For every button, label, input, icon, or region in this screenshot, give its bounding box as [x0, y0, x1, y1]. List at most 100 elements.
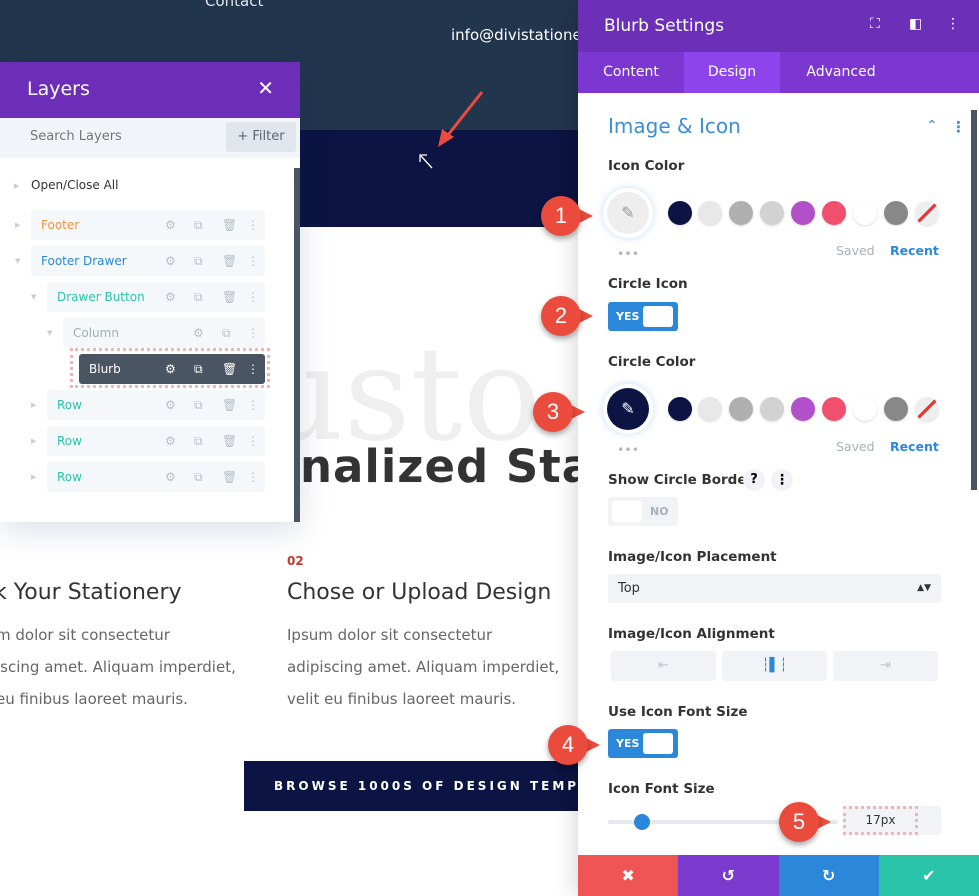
more-icon[interactable]: ⋮ [247, 426, 259, 456]
undo-button[interactable]: ↺ [678, 855, 779, 896]
use-icon-font-size-toggle[interactable]: YES [608, 729, 678, 758]
browse-templates-button[interactable]: BROWSE 1000S OF DESIGN TEMPLATES [244, 761, 580, 811]
delete-icon[interactable]: 🗑 [222, 390, 237, 420]
settings-icon[interactable]: ⚙ [165, 210, 176, 240]
email-link[interactable]: info@divistatione [451, 26, 582, 44]
layer-item[interactable]: Footer Drawer ⚙ ⧉ 🗑 ⋮ [31, 246, 265, 276]
delete-icon[interactable]: 🗑 [222, 282, 237, 312]
save-button[interactable]: ✔ [878, 855, 979, 896]
duplicate-icon[interactable]: ⧉ [194, 426, 203, 456]
split-view-icon[interactable]: ◧ [909, 16, 922, 32]
delete-icon[interactable]: 🗑 [222, 246, 237, 276]
color-swatch[interactable] [760, 397, 784, 421]
caret-right-icon[interactable]: ▶ [15, 221, 20, 229]
more-icon[interactable]: ⋮ [247, 318, 259, 348]
layer-item[interactable]: Footer ⚙ ⧉ 🗑 ⋮ [31, 210, 265, 240]
section-title[interactable]: Image & Icon [608, 114, 741, 138]
duplicate-icon[interactable]: ⧉ [222, 318, 231, 348]
settings-icon[interactable]: ⚙ [165, 462, 176, 492]
settings-icon[interactable]: ⚙ [165, 390, 176, 420]
caret-right-icon[interactable]: ▶ [31, 473, 36, 481]
tab-advanced[interactable]: Advanced [780, 52, 902, 93]
more-icon[interactable]: ⋮ [247, 390, 259, 420]
section-menu-icon[interactable]: ⋮ [951, 118, 966, 136]
color-swatch[interactable] [729, 201, 753, 225]
more-icon[interactable]: ⋮ [247, 210, 259, 240]
color-swatch[interactable] [668, 397, 692, 421]
tab-content[interactable]: Content [578, 52, 684, 93]
saved-colors-tab[interactable]: Saved [836, 439, 875, 454]
more-icon[interactable]: ⋮ [247, 354, 259, 384]
layer-item[interactable]: Drawer Button ⚙ ⧉ 🗑 ⋮ [47, 282, 265, 312]
more-icon[interactable]: ⋮ [247, 462, 259, 492]
tab-design[interactable]: Design [684, 52, 780, 93]
chevron-up-icon[interactable]: ⌃ [926, 118, 938, 134]
caret-right-icon[interactable]: ▶ [14, 182, 19, 190]
show-circle-border-toggle[interactable]: NO [608, 497, 678, 526]
discard-button[interactable]: ✖ [578, 855, 679, 896]
color-swatch[interactable] [822, 397, 846, 421]
color-swatch[interactable] [791, 201, 815, 225]
color-picker-button[interactable]: ✎ [607, 388, 649, 430]
delete-icon[interactable]: 🗑 [222, 210, 237, 240]
layer-item[interactable]: Row ⚙ ⧉ 🗑 ⋮ [47, 426, 265, 456]
layer-item[interactable]: Blurb ⚙ ⧉ 🗑 ⋮ [79, 354, 265, 384]
caret-down-icon[interactable]: ▼ [31, 293, 36, 301]
caret-right-icon[interactable]: ▶ [31, 437, 36, 445]
font-size-slider-handle[interactable] [634, 814, 650, 830]
redo-button[interactable]: ↻ [778, 855, 879, 896]
delete-icon[interactable]: 🗑 [222, 354, 237, 384]
settings-icon[interactable]: ⚙ [165, 282, 176, 312]
layer-item[interactable]: Row ⚙ ⧉ 🗑 ⋮ [47, 390, 265, 420]
duplicate-icon[interactable]: ⧉ [194, 390, 203, 420]
delete-icon[interactable]: 🗑 [222, 426, 237, 456]
circle-icon-toggle[interactable]: YES [608, 302, 678, 331]
no-color-swatch[interactable] [915, 201, 939, 225]
color-swatch[interactable] [822, 201, 846, 225]
font-size-input[interactable]: 17px [843, 806, 918, 835]
more-icon[interactable]: ⋮ [247, 246, 259, 276]
color-swatch[interactable] [853, 201, 877, 225]
settings-scrollbar[interactable] [971, 110, 977, 490]
color-swatch[interactable] [668, 201, 692, 225]
duplicate-icon[interactable]: ⧉ [194, 246, 203, 276]
open-close-all[interactable]: Open/Close All [31, 178, 118, 192]
saved-colors-tab[interactable]: Saved [836, 243, 875, 258]
recent-colors-tab[interactable]: Recent [890, 243, 939, 258]
fullscreen-icon[interactable]: ⛶ [870, 16, 880, 32]
duplicate-icon[interactable]: ⧉ [194, 354, 203, 384]
settings-icon[interactable]: ⚙ [165, 246, 176, 276]
more-colors-button[interactable]: ••• [617, 442, 639, 457]
recent-colors-tab[interactable]: Recent [890, 439, 939, 454]
color-swatch[interactable] [729, 397, 753, 421]
align-center-button[interactable]: ┆▌┆ [722, 651, 827, 681]
layers-scrollbar[interactable] [294, 168, 300, 522]
settings-icon[interactable]: ⚙ [193, 318, 204, 348]
color-swatch[interactable] [884, 397, 908, 421]
settings-icon[interactable]: ⚙ [165, 426, 176, 456]
duplicate-icon[interactable]: ⧉ [194, 210, 203, 240]
more-colors-button[interactable]: ••• [617, 246, 639, 261]
duplicate-icon[interactable]: ⧉ [194, 282, 203, 312]
color-swatch[interactable] [760, 201, 784, 225]
delete-icon[interactable]: 🗑 [222, 462, 237, 492]
help-icon[interactable]: ? [743, 469, 765, 491]
color-swatch[interactable] [698, 201, 722, 225]
duplicate-icon[interactable]: ⧉ [194, 462, 203, 492]
caret-down-icon[interactable]: ▼ [15, 257, 20, 265]
layer-item[interactable]: Row ⚙ ⧉ 🗑 ⋮ [47, 462, 265, 492]
placement-select[interactable]: Top ▲▼ [608, 574, 941, 603]
no-color-swatch[interactable] [915, 397, 939, 421]
align-right-button[interactable]: ⇥ [833, 651, 938, 681]
caret-down-icon[interactable]: ▼ [47, 329, 52, 337]
color-swatch[interactable] [853, 397, 877, 421]
search-layers-input[interactable] [30, 129, 210, 144]
more-icon[interactable]: ⋮ [247, 282, 259, 312]
layer-item[interactable]: Column ⚙ ⧉ ⋮ [63, 318, 265, 348]
filter-button[interactable]: + Filter [226, 122, 296, 152]
align-left-button[interactable]: ⇤ [611, 651, 716, 681]
close-icon[interactable]: ✕ [257, 76, 274, 100]
color-swatch[interactable] [791, 397, 815, 421]
settings-icon[interactable]: ⚙ [165, 354, 176, 384]
color-swatch[interactable] [698, 397, 722, 421]
